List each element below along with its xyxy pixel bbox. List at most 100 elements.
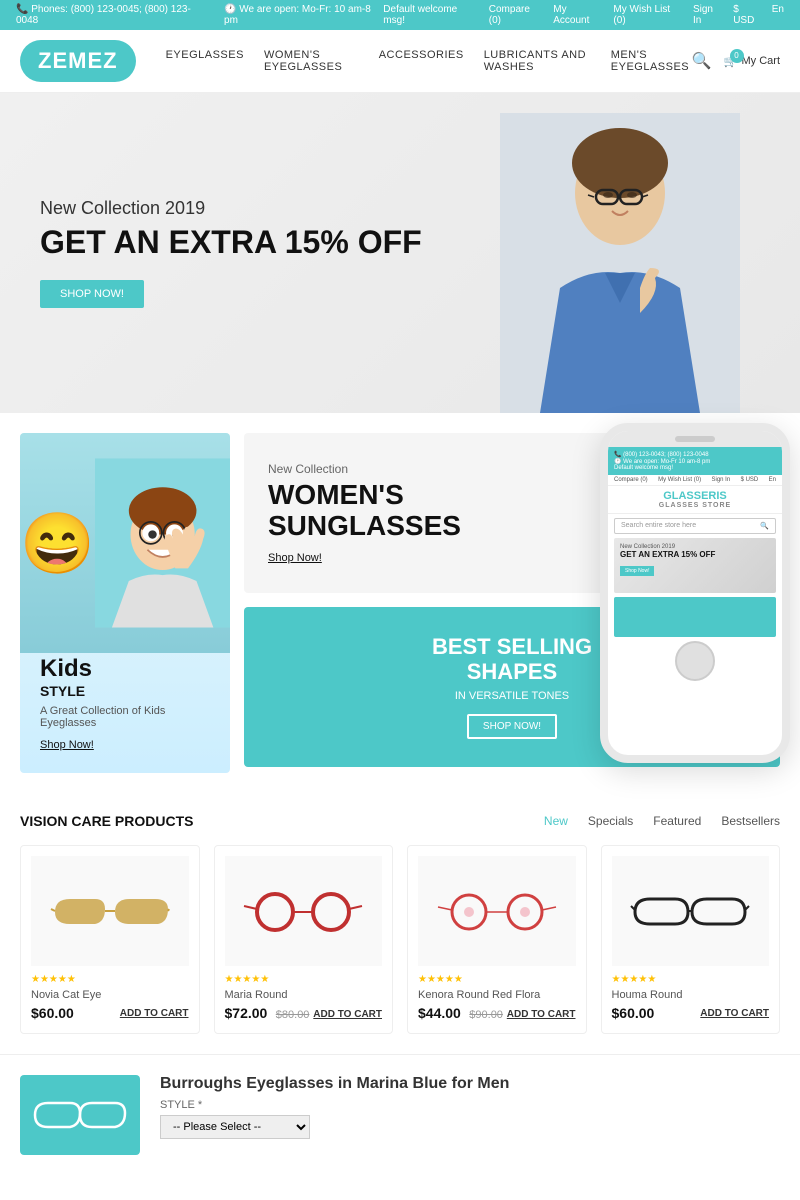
nav-mens-eyeglasses[interactable]: MEN'S EYEGLASSES <box>611 49 692 73</box>
glasses-svg-1 <box>50 884 170 939</box>
product-price-4: $60.00 <box>612 1005 655 1021</box>
nav-eyeglasses[interactable]: EYEGLASSES <box>166 49 244 73</box>
hero-person-svg <box>500 113 740 413</box>
header-icons: 🔍 🛒 0 My Cart <box>692 51 780 71</box>
bottom-product-title: Burroughs Eyeglasses in Marina Blue for … <box>160 1075 780 1093</box>
hero-section: New Collection 2019 GET AN EXTRA 15% OFF… <box>0 93 800 413</box>
product-price-2: $72.00 <box>225 1005 268 1021</box>
cart-badge: 0 <box>730 49 744 63</box>
products-section-title: VISION CARE PRODUCTS <box>20 813 544 829</box>
phone-notch <box>608 431 782 447</box>
product-stars-3: ★★★★★ <box>418 974 576 985</box>
kids-image <box>20 433 230 653</box>
product-footer-3: $44.00 $90.00 ADD TO CART <box>418 1005 576 1023</box>
product-old-price-2: $80.00 <box>276 1009 310 1021</box>
phone-topbar: 📞 (800) 123-0043; (800) 123-0048 🕐 We ar… <box>608 447 782 475</box>
welcome-msg: Default welcome msg! <box>383 4 478 26</box>
kids-desc: A Great Collection of Kids Eyeglasses <box>40 705 210 729</box>
products-header: VISION CARE PRODUCTS New Specials Featur… <box>20 813 780 829</box>
product-name-3: Kenora Round Red Flora <box>418 989 576 1001</box>
phone-screen: 📞 (800) 123-0043; (800) 123-0048 🕐 We ar… <box>608 447 782 735</box>
nav-womens-eyeglasses[interactable]: WOMEN'S EYEGLASSES <box>264 49 359 73</box>
phone-info: 📞 Phones: (800) 123-0045; (800) 123-0048 <box>16 4 208 26</box>
product-footer-4: $60.00 ADD TO CART <box>612 1005 770 1021</box>
bestselling-subtitle: IN VERSATILE TONES <box>455 690 569 702</box>
phone-hero-mini: New Collection 2019 GET AN EXTRA 15% OFF… <box>614 538 776 593</box>
bottom-product-info: Burroughs Eyeglasses in Marina Blue for … <box>160 1075 780 1155</box>
kids-shop-link[interactable]: Shop Now! <box>40 739 94 751</box>
product-name-1: Novia Cat Eye <box>31 989 189 1001</box>
hero-cta-button[interactable]: Shop Now! <box>40 280 144 308</box>
product-card-1: ★★★★★ Novia Cat Eye $60.00 ADD TO CART <box>20 845 200 1034</box>
product-card-2: ★★★★★ Maria Round $72.00 $80.00 ADD TO C… <box>214 845 394 1034</box>
tiles-section: Kids STYLE A Great Collection of Kids Ey… <box>0 413 800 793</box>
tab-specials[interactable]: Specials <box>588 814 633 828</box>
nav-accessories[interactable]: ACCESSORIES <box>379 49 464 73</box>
tab-featured[interactable]: Featured <box>653 814 701 828</box>
kids-title: STYLE <box>40 683 210 699</box>
account-link[interactable]: My Account <box>553 4 603 26</box>
bestselling-shop-button[interactable]: Shop Now! <box>467 714 557 739</box>
phone-logo: GLASSERIS GLASSES STORE <box>608 486 782 514</box>
kids-tile: Kids STYLE A Great Collection of Kids Ey… <box>20 433 230 773</box>
logo[interactable]: ZEMEZ <box>20 40 136 82</box>
nav-lubricants[interactable]: LUBRICANTS AND WASHES <box>484 49 591 73</box>
bottom-section: Burroughs Eyeglasses in Marina Blue for … <box>0 1054 800 1175</box>
phone-home-button[interactable] <box>675 641 715 681</box>
phone-mockup: 📞 (800) 123-0043; (800) 123-0048 🕐 We ar… <box>600 423 790 763</box>
cart-icon-wrap: 🛒 0 <box>724 55 738 68</box>
product-footer-2: $72.00 $80.00 ADD TO CART <box>225 1005 383 1023</box>
kids-label: Kids <box>40 655 210 683</box>
wishlist-link[interactable]: My Wish List (0) <box>613 4 683 26</box>
add-to-cart-1[interactable]: ADD TO CART <box>120 1008 189 1019</box>
kids-svg <box>95 443 230 643</box>
compare-link[interactable]: Compare (0) <box>489 4 543 26</box>
phone-hero-btn[interactable]: Shop Now! <box>620 566 654 576</box>
product-stars-2: ★★★★★ <box>225 974 383 985</box>
hours-info: 🕐 We are open: Mo-Fr: 10 am-8 pm <box>224 4 383 26</box>
tab-bestsellers[interactable]: Bestsellers <box>721 814 780 828</box>
search-icon[interactable]: 🔍 <box>692 51 712 71</box>
style-select[interactable]: -- Please Select -- <box>160 1115 310 1139</box>
bestselling-title: BEST SELLINGSHAPES <box>432 635 592 683</box>
top-bar-right: Default welcome msg! Compare (0) My Acco… <box>383 4 784 26</box>
phone-nav-mini: Compare (0)My Wish List (0)Sign In$ USDE… <box>608 475 782 486</box>
product-price-1: $60.00 <box>31 1005 74 1021</box>
add-to-cart-3[interactable]: ADD TO CART <box>507 1009 576 1020</box>
top-bar: 📞 Phones: (800) 123-0045; (800) 123-0048… <box>0 0 800 30</box>
product-name-2: Maria Round <box>225 989 383 1001</box>
tab-new[interactable]: New <box>544 814 568 828</box>
products-section: VISION CARE PRODUCTS New Specials Featur… <box>0 793 800 1054</box>
signin-link[interactable]: Sign In <box>693 4 723 26</box>
product-stars-4: ★★★★★ <box>612 974 770 985</box>
products-grid: ★★★★★ Novia Cat Eye $60.00 ADD TO CART ★… <box>20 845 780 1034</box>
cart-button[interactable]: 🛒 0 My Cart <box>724 55 780 68</box>
product-footer-1: $60.00 ADD TO CART <box>31 1005 189 1021</box>
products-tabs: New Specials Featured Bestsellers <box>544 814 780 828</box>
lang-selector[interactable]: En <box>772 4 784 26</box>
hero-subtitle: New Collection 2019 <box>40 198 422 219</box>
add-to-cart-2[interactable]: ADD TO CART <box>313 1009 382 1020</box>
product-old-price-3: $90.00 <box>469 1009 503 1021</box>
top-bar-left: 📞 Phones: (800) 123-0045; (800) 123-0048… <box>16 4 383 26</box>
hero-title: GET AN EXTRA 15% OFF <box>40 225 422 260</box>
phone-tile-mini <box>614 597 776 637</box>
product-image-4 <box>612 856 770 966</box>
bottom-glasses-svg <box>30 1085 130 1145</box>
product-card-3: ★★★★★ Kenora Round Red Flora $44.00 $90.… <box>407 845 587 1034</box>
bottom-product-thumbnail <box>20 1075 140 1155</box>
price-group-2: $72.00 $80.00 <box>225 1005 310 1023</box>
product-image-2 <box>225 856 383 966</box>
product-name-4: Houma Round <box>612 989 770 1001</box>
product-price-3: $44.00 <box>418 1005 461 1021</box>
currency-selector[interactable]: $ USD <box>733 4 762 26</box>
glasses-svg-3 <box>437 884 557 939</box>
add-to-cart-4[interactable]: ADD TO CART <box>700 1008 769 1019</box>
price-group-3: $44.00 $90.00 <box>418 1005 503 1023</box>
header: ZEMEZ EYEGLASSES WOMEN'S EYEGLASSES ACCE… <box>0 30 800 93</box>
phone-search-icon: 🔍 <box>760 522 769 530</box>
product-image-3 <box>418 856 576 966</box>
product-image-1 <box>31 856 189 966</box>
phone-search[interactable]: Search entire store here 🔍 <box>614 518 776 534</box>
product-stars-1: ★★★★★ <box>31 974 189 985</box>
